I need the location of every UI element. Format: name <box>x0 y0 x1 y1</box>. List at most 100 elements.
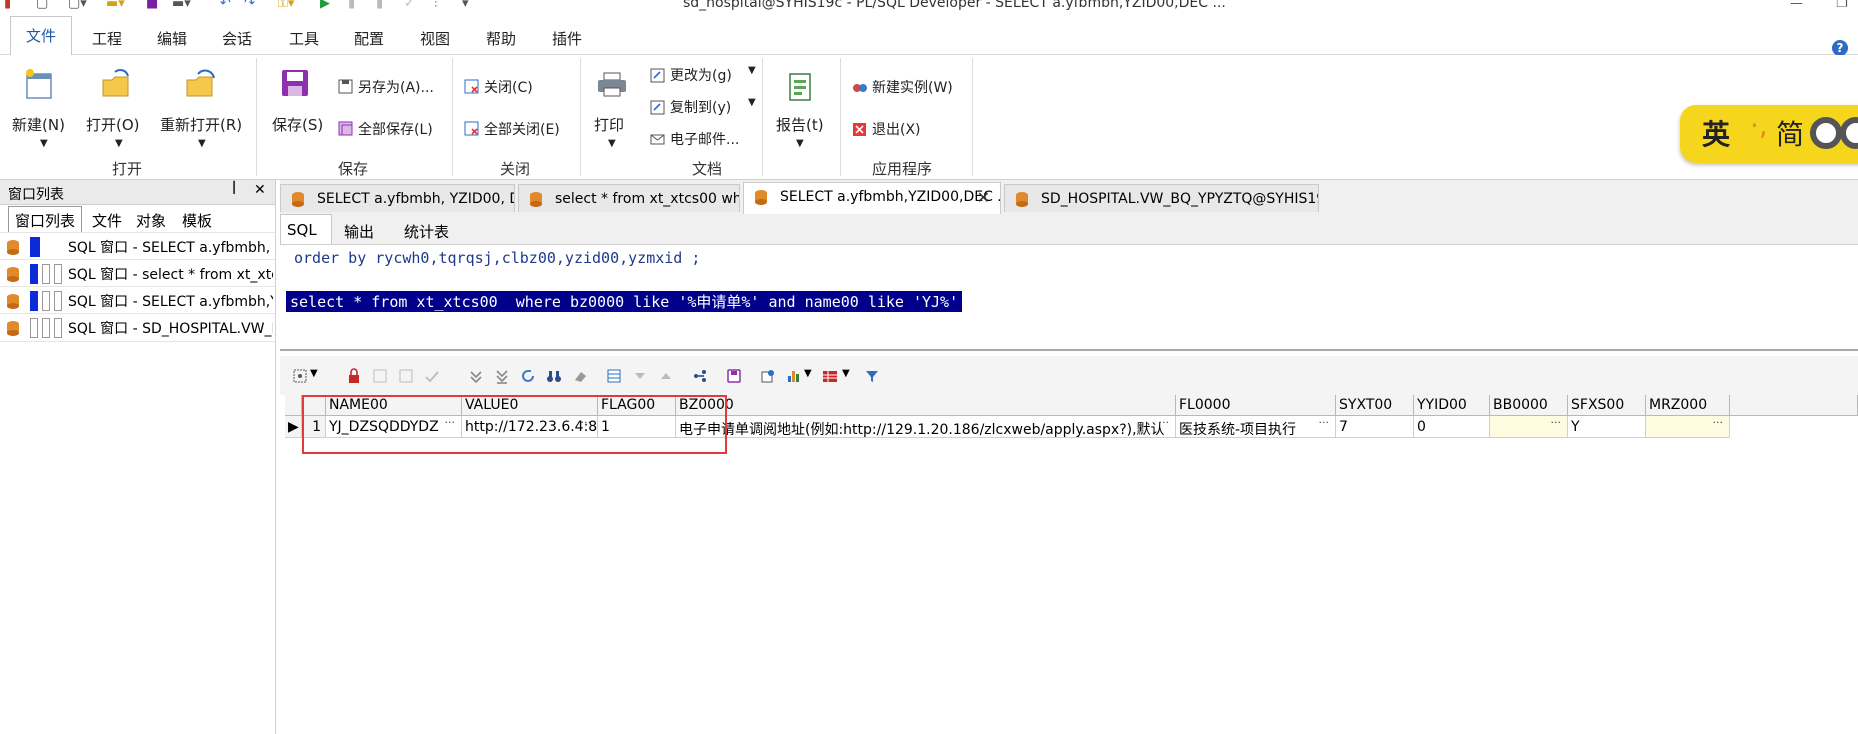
close-tab-icon[interactable]: ✕ <box>977 188 990 207</box>
eraser-icon[interactable] <box>572 368 588 384</box>
reopen-button[interactable]: 重新打开(R) ▼ <box>158 66 248 156</box>
menu-edit[interactable]: 编辑 <box>157 28 187 49</box>
ime-lang[interactable]: 英 <box>1702 113 1730 153</box>
window-list-item[interactable]: SQL 窗口 - SD_HOSPITAL.VW_BQ_YPYZTQ <box>0 313 275 342</box>
save-all-button[interactable]: 全部保存(L) <box>338 118 448 140</box>
sort-descending-icon[interactable] <box>632 368 648 384</box>
grid-export-dropdown-icon[interactable]: ▼ <box>842 368 850 379</box>
fetch-next-icon[interactable] <box>468 368 484 384</box>
key-icon[interactable]: ⚿▾ <box>278 0 294 11</box>
ime-punct[interactable]: ·, <box>1750 109 1768 142</box>
tab-output[interactable]: 输出 <box>344 221 374 242</box>
menu-project[interactable]: 工程 <box>92 28 122 49</box>
column-header-bb0000[interactable]: BB0000 <box>1490 395 1568 416</box>
close-icon[interactable]: ✕ <box>254 182 266 198</box>
insert-record-icon[interactable] <box>372 368 388 384</box>
menu-session[interactable]: 会话 <box>222 28 252 49</box>
save-quick-icon[interactable]: ■ <box>146 0 158 11</box>
column-header-bz0000[interactable]: BZ0000 <box>676 395 1176 416</box>
break-icon[interactable]: ▮ <box>348 0 355 11</box>
grid-cell[interactable]: 7 <box>1336 416 1414 438</box>
restore-icon[interactable]: ❐ <box>1836 0 1848 11</box>
grid-cell[interactable]: Y <box>1568 416 1646 438</box>
exit-button[interactable]: 退出(X) <box>852 118 972 140</box>
print-button[interactable]: 打印 ▼ <box>590 70 638 156</box>
cell-editor-button[interactable]: ··· <box>1319 416 1330 429</box>
column-header-mrz000[interactable]: MRZ000 <box>1646 395 1730 416</box>
menu-plugins[interactable]: 插件 <box>552 28 582 49</box>
window-icon[interactable]: ▢ <box>36 0 48 11</box>
tab-sql[interactable]: SQL <box>280 214 332 244</box>
help-icon[interactable]: ? <box>1832 40 1848 56</box>
column-header-syxt00[interactable]: SYXT00 <box>1336 395 1414 416</box>
pin-icon[interactable]: ꟾ <box>232 182 236 198</box>
menu-help[interactable]: 帮助 <box>486 28 516 49</box>
refresh-icon[interactable] <box>520 368 536 384</box>
redo-icon[interactable]: ↷ <box>244 0 255 11</box>
menu-file[interactable]: 文件 <box>10 16 72 55</box>
grid-export-icon[interactable] <box>822 368 838 384</box>
execute-icon[interactable]: ▶ <box>320 0 330 11</box>
export-icon[interactable] <box>760 368 776 384</box>
open-button[interactable]: 打开(O) ▼ <box>86 66 156 156</box>
stop-icon[interactable]: ▮ <box>376 0 383 11</box>
post-changes-icon[interactable] <box>424 368 440 384</box>
connect-icon[interactable] <box>692 368 708 384</box>
doc-tab-2[interactable]: select * from xt_xtcs00 wh ... <box>518 184 740 212</box>
tab-statistics[interactable]: 统计表 <box>404 221 449 242</box>
commit-icon[interactable]: ✓ <box>404 0 415 11</box>
filter-icon[interactable] <box>864 368 880 384</box>
print-quick-icon[interactable]: ▬▾ <box>172 0 191 11</box>
sort-ascending-icon[interactable] <box>658 368 674 384</box>
copy-to-button[interactable]: 复制到(y) ▼ <box>650 96 760 118</box>
explain-icon[interactable]: ⫶ <box>434 0 437 11</box>
email-button[interactable]: 电子邮件... <box>650 128 760 150</box>
new-doc-icon[interactable]: ▢▾ <box>68 0 87 11</box>
grid-cell[interactable]: 电子申请单调阅地址(例如:http://129.1.20.186/zlcxweb… <box>676 416 1176 438</box>
save-button[interactable]: 保存(S) <box>266 66 326 138</box>
change-to-button[interactable]: 更改为(g) ▼ <box>650 64 760 86</box>
minimize-icon[interactable]: — <box>1790 0 1803 11</box>
customize-quick-icon[interactable]: ▾ <box>462 0 469 11</box>
grid-cell[interactable]: 0 <box>1414 416 1490 438</box>
select-columns-icon[interactable] <box>292 368 308 384</box>
lock-icon[interactable] <box>346 368 362 384</box>
doc-tab-4[interactable]: SD_HOSPITAL.VW_BQ_YPYZTQ@SYHIS19C <box>1004 184 1319 212</box>
ime-toolbar[interactable]: 英 ·, 简 <box>1680 105 1858 163</box>
chart-icon[interactable] <box>786 368 802 384</box>
tab-objects[interactable]: 对象 <box>136 210 166 231</box>
cell-editor-button[interactable]: ··· <box>1551 416 1562 429</box>
tab-window-list[interactable]: 窗口列表 <box>8 206 83 232</box>
window-list-item[interactable]: SQL 窗口 - select * from xt_xtcs00 <box>0 259 275 287</box>
column-header-fl0000[interactable]: FL0000 <box>1176 395 1336 416</box>
menu-tools[interactable]: 工具 <box>289 28 319 49</box>
column-header-yyid00[interactable]: YYID00 <box>1414 395 1490 416</box>
select-columns-dropdown-icon[interactable]: ▼ <box>310 368 318 379</box>
cell-editor-button[interactable]: ··· <box>1159 416 1170 429</box>
tab-files[interactable]: 文件 <box>92 210 122 231</box>
save-results-icon[interactable] <box>726 368 742 384</box>
sql-editor[interactable]: order by rycwh0,tqrqsj,clbz00,yzid00,yzm… <box>280 244 1858 351</box>
tab-templates[interactable]: 模板 <box>182 210 212 231</box>
delete-record-icon[interactable] <box>398 368 414 384</box>
grid-cell[interactable]: ··· <box>1490 416 1568 438</box>
new-instance-button[interactable]: 新建实例(W) <box>852 76 972 98</box>
menu-config[interactable]: 配置 <box>354 28 384 49</box>
grid-cell[interactable]: 医技系统-项目执行 ··· <box>1176 416 1336 438</box>
fetch-last-icon[interactable] <box>494 368 510 384</box>
doc-tab-3[interactable]: SELECT a.yfbmbh,YZID00,DEC ... ✕ <box>743 182 1001 214</box>
column-header-sfxs00[interactable]: SFXS00 <box>1568 395 1646 416</box>
grid-cell[interactable]: ··· <box>1646 416 1730 438</box>
row-indicator[interactable]: ▶ <box>285 416 302 438</box>
window-list-item[interactable]: SQL 窗口 - SELECT a.yfbmbh, YZID00, DEC <box>0 232 275 260</box>
close-all-button[interactable]: 全部关闭(E) <box>464 118 584 140</box>
menu-view[interactable]: 视图 <box>420 28 450 49</box>
ime-mode[interactable]: 简 <box>1776 113 1804 153</box>
close-button[interactable]: 关闭(C) <box>464 76 574 98</box>
report-button[interactable]: 报告(t) ▼ <box>774 70 830 156</box>
open-folder-icon[interactable]: ▬▾ <box>106 0 125 11</box>
chart-dropdown-icon[interactable]: ▼ <box>804 368 812 379</box>
window-list-item[interactable]: SQL 窗口 - SELECT a.yfbmbh,YZID00 <box>0 286 275 314</box>
new-button[interactable]: 新建(N) ▼ <box>10 66 80 156</box>
binoculars-icon[interactable] <box>546 368 562 384</box>
